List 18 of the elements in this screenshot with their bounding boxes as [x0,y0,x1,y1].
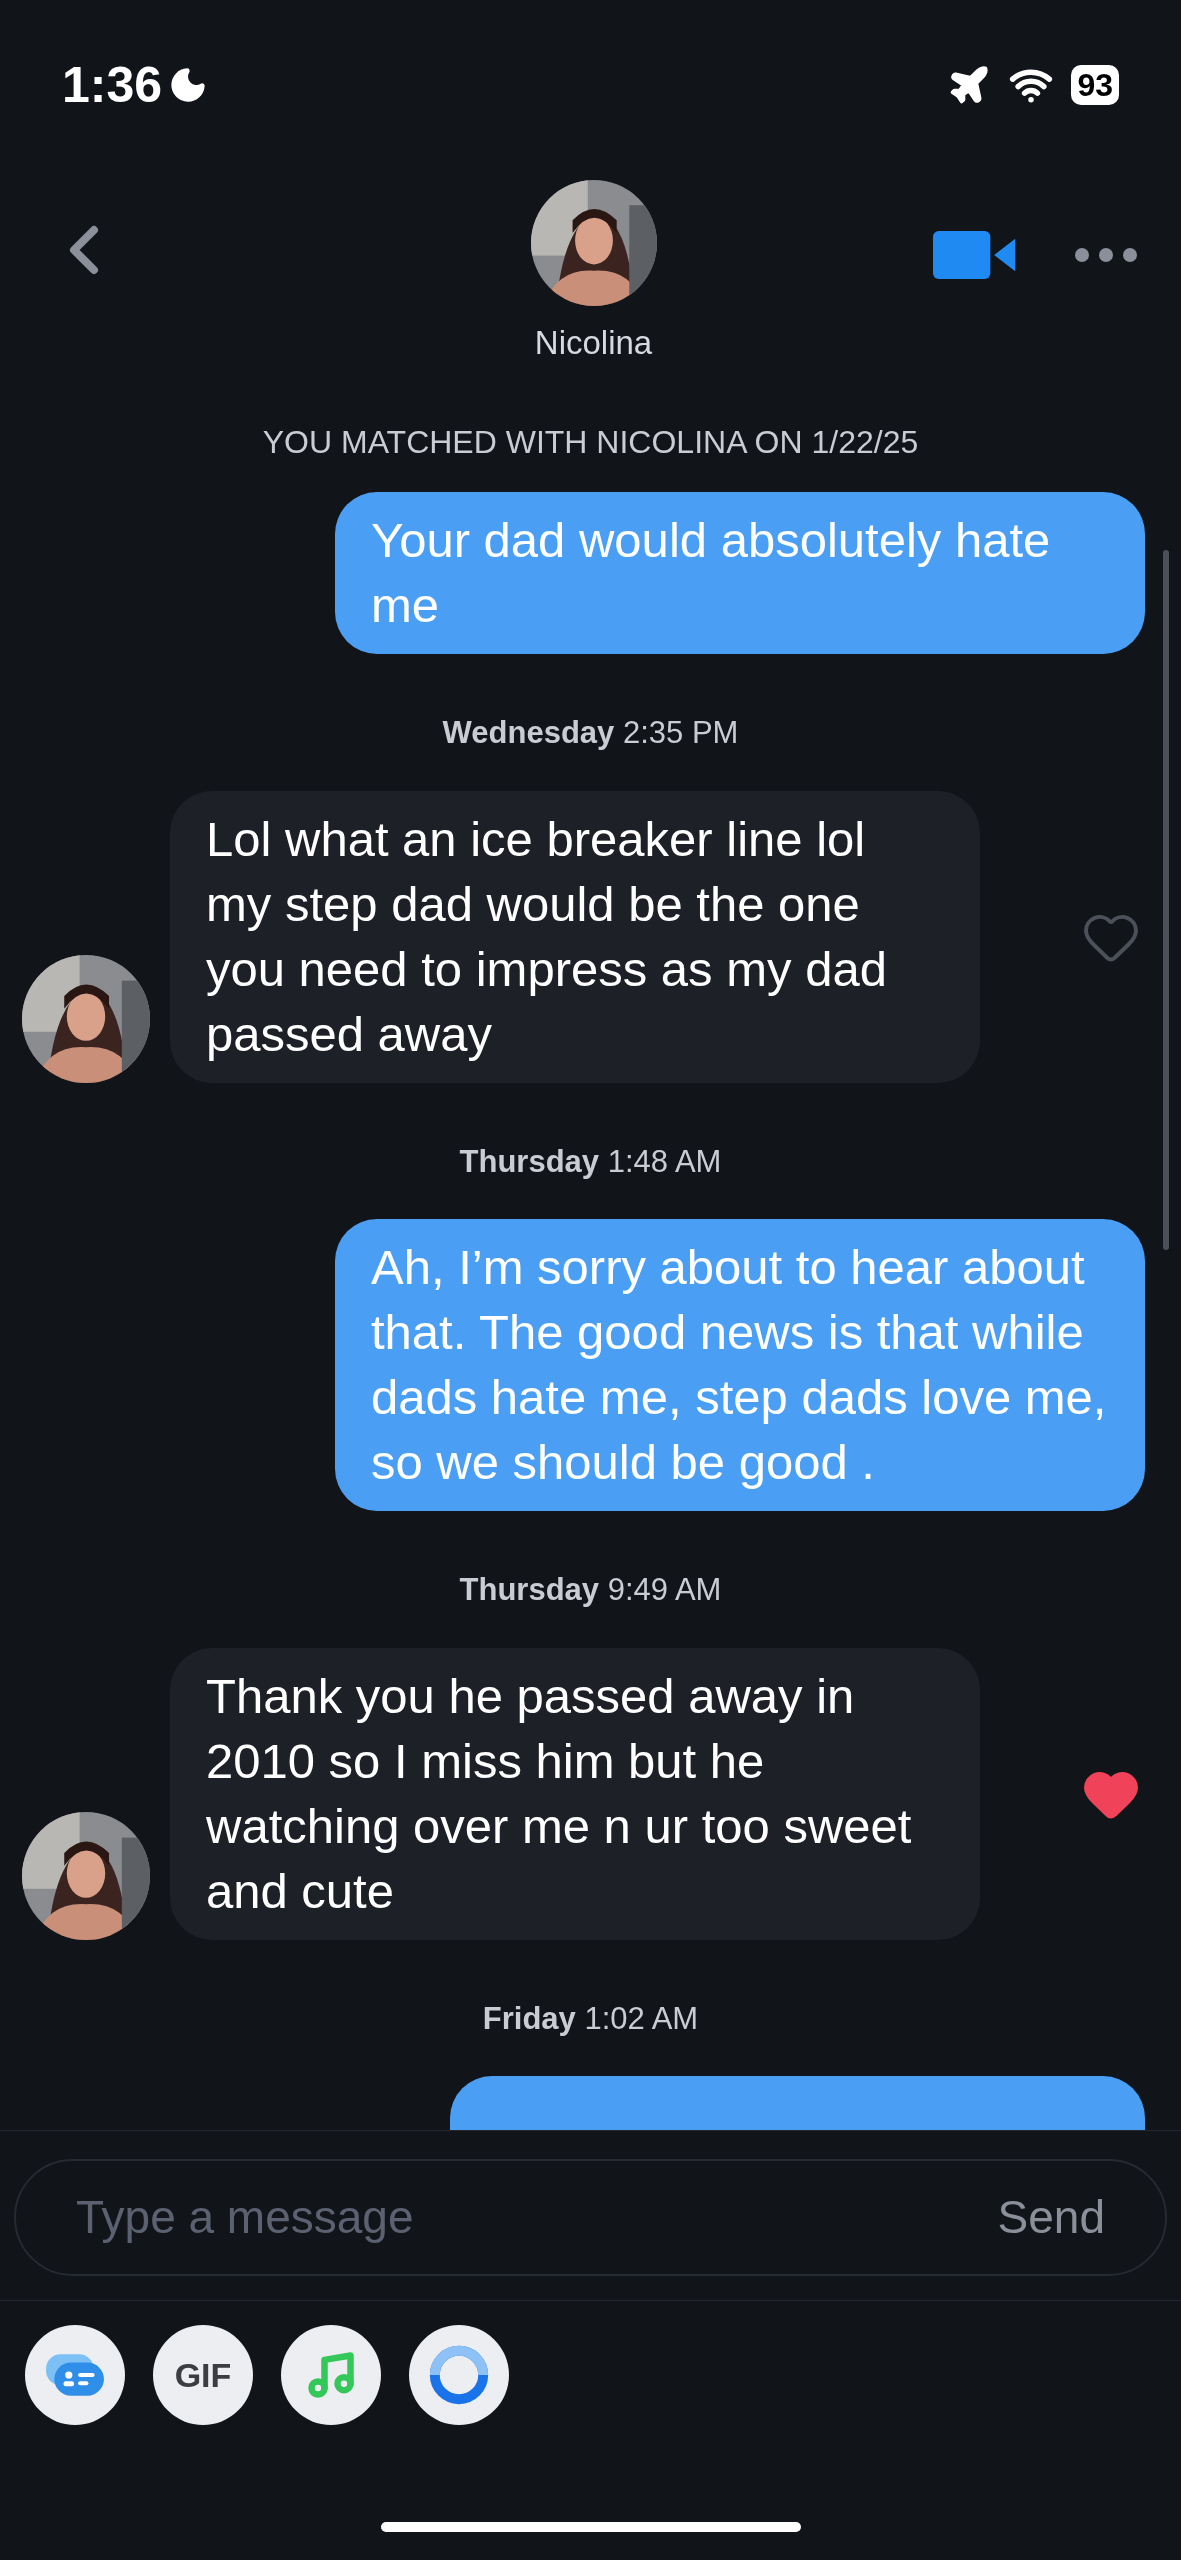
message-timestamp: Friday 1:02 AM [482,1999,699,2038]
send-button[interactable]: Send [997,2183,1105,2252]
more-options-icon[interactable] [1075,248,1137,262]
received-message: Lol what an ice breaker line lol my step dad would be the one you need to impress as my dad passed away [170,790,980,1083]
message-timestamp: Thursday 1:48 AM [459,1142,722,1181]
id-card-icon [44,2352,106,2398]
status-time: 1:36 [62,55,163,115]
music-note-icon [305,2349,357,2401]
sent-message: Your dad would absolutely hate me [335,492,1145,654]
message-field[interactable]: Type a message Send [14,2159,1167,2276]
gif-button[interactable]: GIF [153,2325,253,2425]
message-timestamp: Wednesday 2:35 PM [442,714,739,752]
message-timestamp: Thursday 9:49 AM [459,1571,722,1609]
sent-message: Ah, I’m sorry about to hear about that. The good news is that while dads hate me, step dads love me, so we should be good . [335,1219,1145,1511]
match-name: Nicolina [534,323,653,363]
battery-level: 93 [1071,65,1119,105]
match-notice: YOU MATCHED WITH NICOLINA ON 1/22/25 [262,423,919,462]
received-message: Thank you he passed away in 2010 so I miss him but he watching over me n ur too sweet and cute [170,1647,980,1940]
